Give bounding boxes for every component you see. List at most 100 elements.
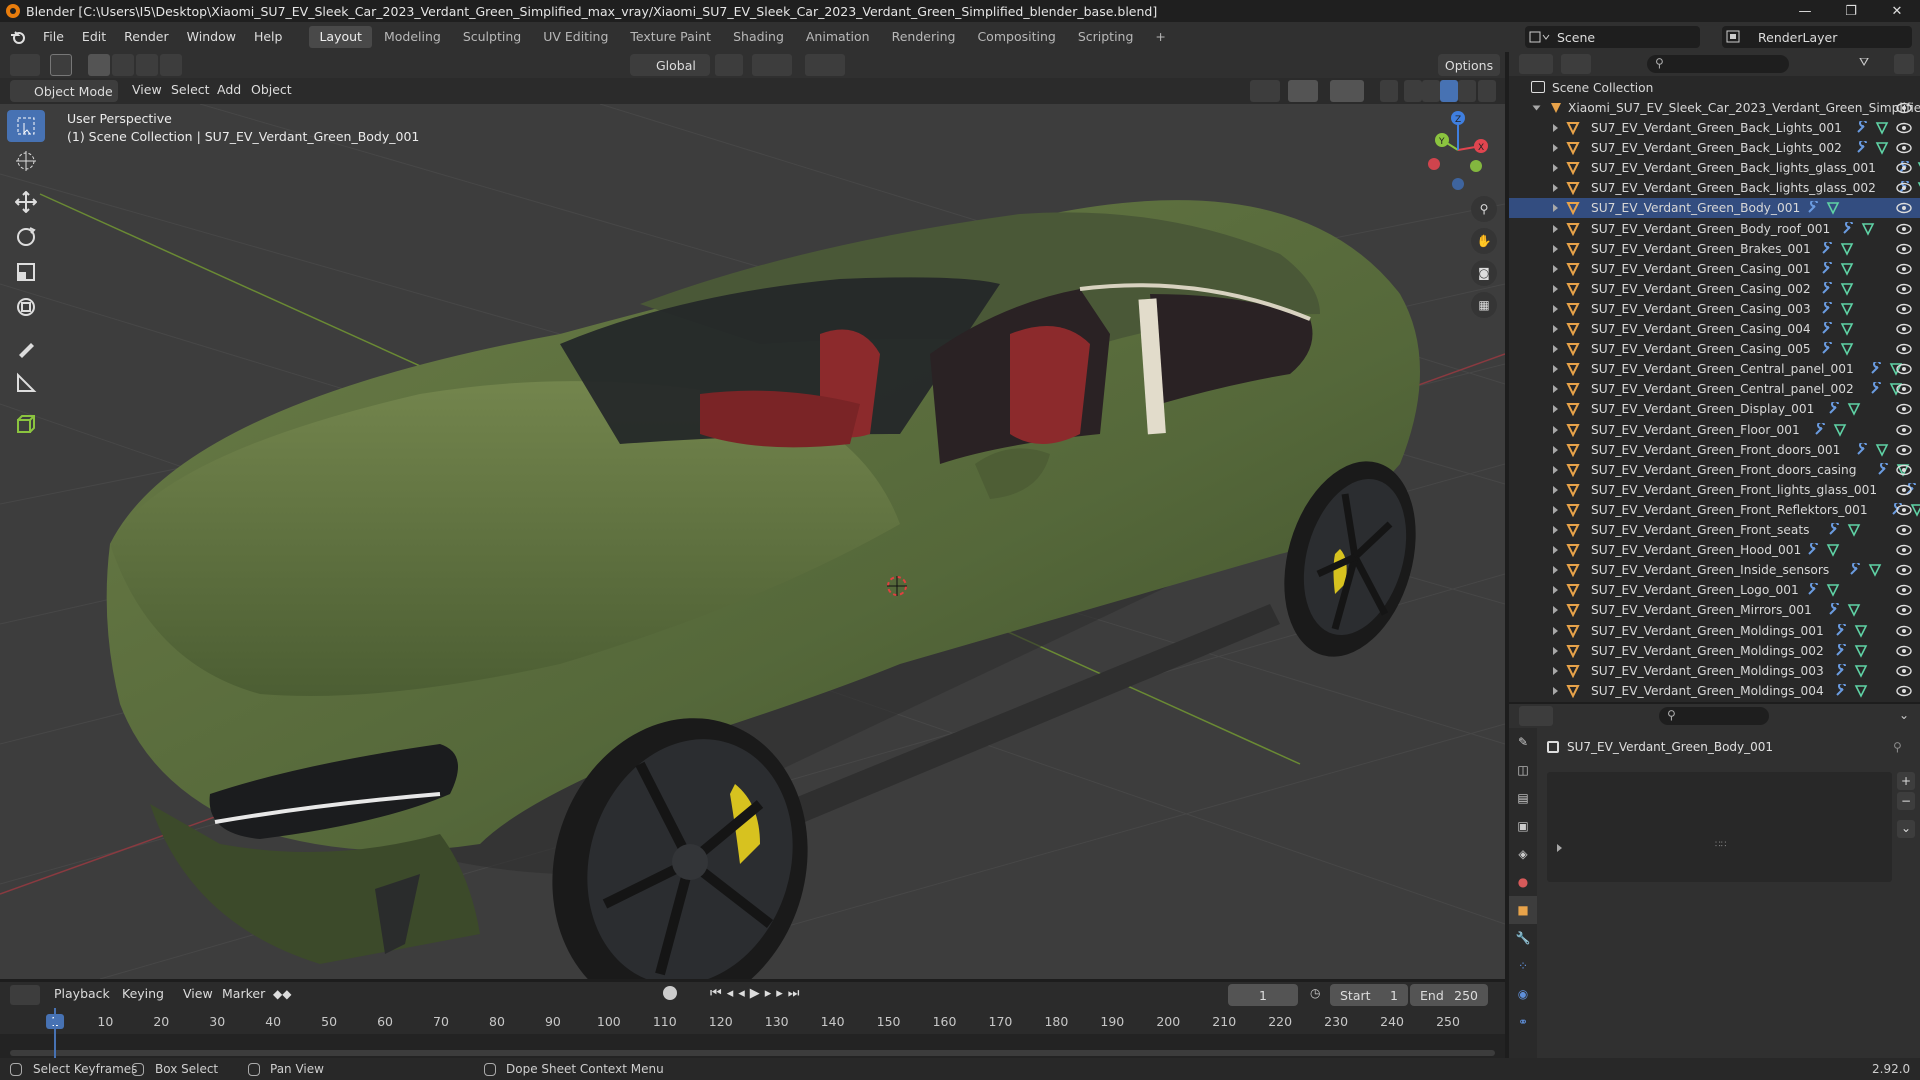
transform-orientation-dropdown[interactable]: Global <box>630 54 710 76</box>
mesh-data-icon[interactable] <box>1840 342 1854 356</box>
mesh-data-icon[interactable] <box>1840 242 1854 256</box>
modifier-wrench-icon[interactable] <box>1827 402 1841 416</box>
mesh-data-icon[interactable] <box>1875 121 1889 135</box>
expand-arrow-icon[interactable] <box>1553 164 1558 173</box>
timeline-menu-playback[interactable]: Playback <box>54 986 110 1001</box>
visibility-eye-icon[interactable] <box>1896 604 1912 616</box>
expand-arrow-icon[interactable] <box>1553 204 1558 213</box>
view-layer-tab-icon[interactable]: ▣ <box>1509 812 1537 840</box>
visibility-eye-icon[interactable] <box>1896 584 1912 596</box>
workspace-tab-scripting[interactable]: Scripting <box>1068 26 1144 48</box>
navigation-gizmo[interactable]: X Y Z <box>1418 110 1498 190</box>
resize-handle-icon[interactable]: ∷∷ <box>1715 840 1726 850</box>
output-tab-icon[interactable]: ▤ <box>1509 784 1537 812</box>
menu-edit[interactable]: Edit <box>73 22 115 52</box>
add-slot-button[interactable]: + <box>1897 772 1915 790</box>
expand-arrow-icon[interactable] <box>1553 264 1558 273</box>
mesh-data-icon[interactable] <box>1875 141 1889 155</box>
visibility-eye-icon[interactable] <box>1896 182 1912 194</box>
shading-solid-icon[interactable] <box>1422 80 1440 102</box>
record-button[interactable] <box>663 986 677 1000</box>
workspace-tab-sculpting[interactable]: Sculpting <box>453 26 531 48</box>
expand-arrow-icon[interactable] <box>1553 485 1558 494</box>
expand-arrow-icon[interactable] <box>1553 526 1558 534</box>
outliner-object-row[interactable]: SU7_EV_Verdant_Green_Back_Lights_001 <box>1509 118 1920 138</box>
visibility-eye-icon[interactable] <box>1896 303 1912 315</box>
menu-help[interactable]: Help <box>245 22 292 52</box>
keyframe-area[interactable] <box>0 1034 1505 1058</box>
outliner-object-row[interactable]: SU7_EV_Verdant_Green_Hood_001 <box>1509 540 1920 560</box>
outliner-object-row[interactable]: SU7_EV_Verdant_Green_Moldings_004 <box>1509 681 1920 701</box>
outliner-object-row[interactable]: SU7_EV_Verdant_Green_Moldings_001 <box>1509 621 1920 641</box>
modifier-wrench-icon[interactable] <box>1813 422 1827 437</box>
workspace-tab-layout[interactable]: Layout <box>309 26 372 48</box>
mode-dropdown[interactable]: Object Mode <box>10 80 118 102</box>
3d-cursor-icon[interactable] <box>887 576 907 596</box>
outliner-object-row[interactable]: SU7_EV_Verdant_Green_Back_Lights_002 <box>1509 138 1920 158</box>
editor-type-button[interactable] <box>10 54 40 76</box>
outliner-object-row[interactable]: SU7_EV_Verdant_Green_Body_001 <box>1509 198 1920 219</box>
timeline-scrollbar[interactable] <box>10 1050 1495 1056</box>
modifier-wrench-icon[interactable] <box>1834 643 1848 658</box>
expand-arrow-icon[interactable] <box>1553 505 1558 514</box>
mesh-data-icon[interactable] <box>1854 624 1868 638</box>
frame-ruler[interactable]: 1102030405060708090100110120130140150160… <box>0 1008 1505 1034</box>
cursor-tool-icon[interactable] <box>7 145 45 177</box>
mesh-data-icon[interactable] <box>1840 262 1854 276</box>
expand-arrow-icon[interactable] <box>1553 304 1558 313</box>
modifier-wrench-icon[interactable] <box>1827 523 1841 537</box>
measure-tool-icon[interactable] <box>7 367 45 399</box>
outliner-object-row[interactable]: SU7_EV_Verdant_Green_Casing_001 <box>1509 259 1920 279</box>
particles-tab-icon[interactable]: ⁘ <box>1509 952 1537 980</box>
outliner-object-row[interactable]: SU7_EV_Verdant_Green_Central_panel_001 <box>1509 359 1920 379</box>
properties-search-input[interactable]: ⚲ <box>1659 707 1769 725</box>
pan-hand-icon[interactable]: ✋ <box>1471 228 1497 254</box>
car-model[interactable] <box>106 200 1437 979</box>
expand-arrow-icon[interactable] <box>1553 244 1558 253</box>
expand-arrow-icon[interactable] <box>1553 626 1558 635</box>
modifier-wrench-icon[interactable] <box>1820 281 1834 296</box>
material-slot-list[interactable]: ∷∷ <box>1547 772 1892 882</box>
scene-selector[interactable]: Scene <box>1525 26 1700 48</box>
add-cube-tool-icon[interactable] <box>7 408 45 440</box>
modifier-wrench-icon[interactable] <box>1806 543 1820 557</box>
scene-tab-icon[interactable]: ◈ <box>1509 840 1537 868</box>
playhead[interactable] <box>54 1008 56 1058</box>
visibility-eye-icon[interactable] <box>1896 383 1912 395</box>
mesh-data-icon[interactable] <box>1826 201 1840 216</box>
visibility-eye-icon[interactable] <box>1896 202 1912 214</box>
viewport-menu-object[interactable]: Object <box>251 82 292 97</box>
maximize-button[interactable]: ❐ <box>1828 0 1874 22</box>
select-tool-icon[interactable] <box>50 54 72 76</box>
expand-arrow-icon[interactable] <box>1553 325 1558 333</box>
select-box-tool-icon[interactable] <box>7 110 45 142</box>
visibility-eye-icon[interactable] <box>1896 444 1912 456</box>
annotate-tool-icon[interactable] <box>7 332 45 364</box>
modifier-wrench-icon[interactable] <box>1848 563 1862 577</box>
shading-rendered-icon[interactable] <box>1458 80 1476 102</box>
expand-arrow-icon[interactable] <box>1553 224 1558 233</box>
modifier-wrench-icon[interactable] <box>1841 221 1855 236</box>
outliner-object-row[interactable]: SU7_EV_Verdant_Green_Mirrors_001 <box>1509 600 1920 620</box>
modifier-wrench-icon[interactable] <box>1855 442 1869 457</box>
modifier-wrench-icon[interactable] <box>1827 603 1841 617</box>
close-button[interactable]: ✕ <box>1874 0 1920 22</box>
outliner-object-row[interactable]: SU7_EV_Verdant_Green_Casing_002 <box>1509 279 1920 299</box>
mesh-data-icon[interactable] <box>1847 603 1861 618</box>
workspace-tab-compositing[interactable]: Compositing <box>967 26 1065 48</box>
mesh-data-icon[interactable] <box>1875 443 1889 457</box>
viewport-menu-select[interactable]: Select <box>171 82 210 97</box>
modifier-wrench-icon[interactable] <box>1820 301 1834 316</box>
orthographic-grid-icon[interactable]: ▦ <box>1471 292 1497 318</box>
gizmo-toggle-icon[interactable] <box>1288 80 1318 102</box>
modifier-wrench-icon[interactable] <box>1806 201 1820 215</box>
mesh-data-icon[interactable] <box>1861 222 1875 236</box>
modifier-wrench-icon[interactable] <box>1834 663 1848 678</box>
expand-arrow-icon[interactable] <box>1557 844 1562 852</box>
timeline-menu-marker[interactable]: Marker <box>222 986 265 1001</box>
visibility-eye-icon[interactable] <box>1896 685 1912 697</box>
viewport-menu-add[interactable]: Add <box>217 82 241 97</box>
visibility-eye-icon[interactable] <box>1896 403 1912 415</box>
outliner-search-input[interactable]: ⚲ <box>1647 55 1789 73</box>
outliner-object-row[interactable]: SU7_EV_Verdant_Green_Casing_004 <box>1509 319 1920 339</box>
